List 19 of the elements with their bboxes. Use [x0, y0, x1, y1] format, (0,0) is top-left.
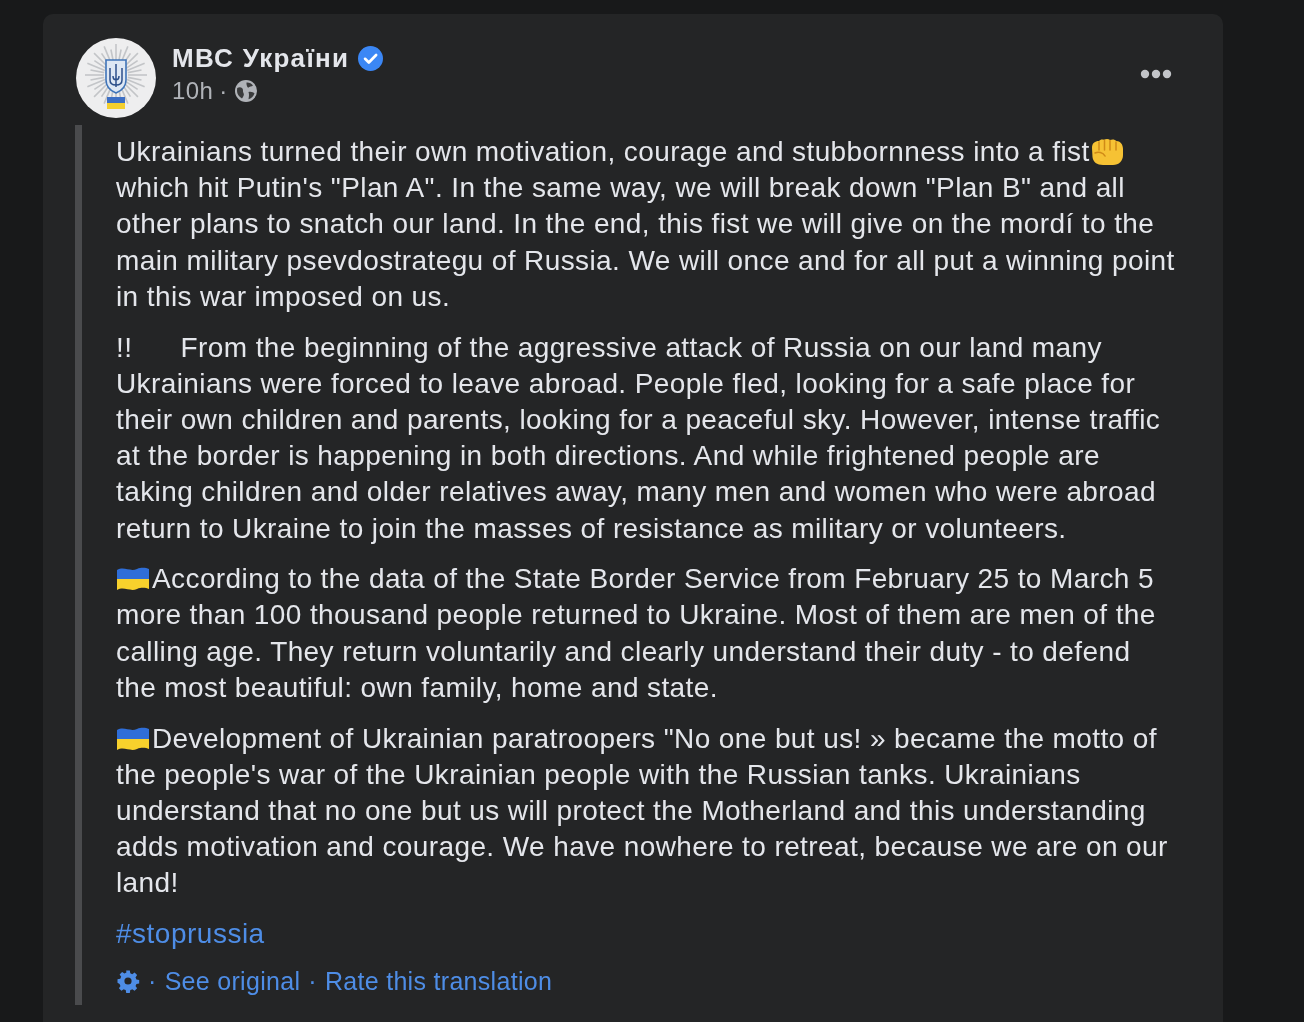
post-time[interactable]: 10h [172, 76, 214, 106]
page-name[interactable]: МВС України [172, 42, 350, 74]
meta-separator: · [219, 76, 228, 106]
post-paragraph: Development of Ukrainian paratroopers "No one but us! » became the motto of the people's war of the Ukrainian people with the Russian tanks. Ukrainians understand that no one but us will protect the Motherland and this understanding adds motivation and courage. We have nowhere to retreat, because we are on our land! [116, 721, 1169, 901]
more-icon [1140, 69, 1172, 79]
link-separator: · [308, 966, 317, 998]
settings-icon[interactable] [116, 969, 140, 994]
translation-link[interactable]: Rate this translation [324, 964, 553, 999]
link-separator: · [148, 966, 157, 998]
fist-icon [1089, 138, 1124, 166]
post-paragraph: Ukrainians turned their own motivation, courage and stubbornness into a fist which hit Putin's "Plan A". In the same way, we will break down "Plan B" and all other plans to snatch our land. In the end, this fist we will give on the mordí to the main military psevdostrategu of Russia. We will once and for all put a winning point in this war imposed on us. [116, 135, 1176, 314]
post-paragraph: !! From the beginning of the aggressive attack of Russia on our land many Ukrainians were forced to leave abroad. People fled, looking for a safe place for their own children and parents, looking for a peaceful sky. However, intense traffic at the border is happening in both directions. And while frightened people are taking children and older relatives away, many men and women who were abroad return to Ukraine to join the masses of resistance as military or volunteers. [116, 330, 1162, 546]
emblem-avatar[interactable] [76, 38, 156, 118]
translation-link[interactable]: See original [164, 964, 301, 999]
flag-icon [116, 725, 150, 752]
globe-icon[interactable] [233, 79, 258, 103]
flag-icon [116, 566, 150, 593]
post-paragraph: According to the data of the State Border Service from February 25 to March 5 more than 100 thousand people returned to Ukraine. Most of them are men of the calling age. They return voluntarily and clearly understand their duty - to defend the most beautiful: own family, home and state. [116, 562, 1157, 705]
hashtag-link[interactable]: #stoprussia [116, 916, 265, 953]
